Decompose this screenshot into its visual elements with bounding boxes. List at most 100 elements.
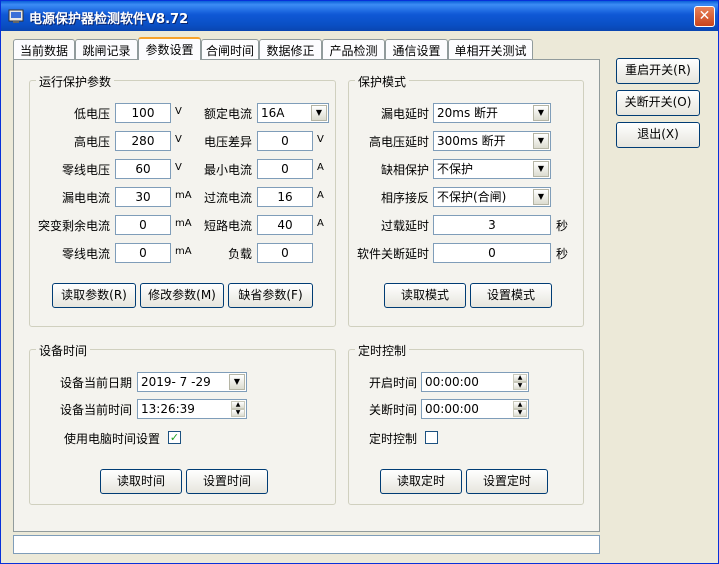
high-voltage-delay-select[interactable]: 300ms 断开 ▼ [433,131,551,151]
neutral-current-input[interactable]: 0 [115,243,171,263]
high-voltage-delay-label: 高电压延时 [368,135,429,149]
device-date-picker[interactable]: 2019- 7 -29 ▼ [137,372,247,392]
read-params-button[interactable]: 读取参数(R) [52,283,136,308]
low-voltage-unit: V [175,106,182,117]
device-time-spinner[interactable]: 13:26:39 ▲ ▼ [137,399,247,419]
main-window: 电源保护器检测软件V8.72 ✕ 当前数据 跳闸记录 参数设置 合闸时间 数据修… [0,0,719,564]
spin-up-icon[interactable]: ▲ [231,401,245,409]
leak-delay-select[interactable]: 20ms 断开 ▼ [433,103,551,123]
read-mode-button[interactable]: 读取模式 [384,283,466,308]
min-current-label: 最小电流 [203,163,252,177]
high-voltage-delay-value: 300ms 断开 [437,134,506,148]
chevron-down-icon[interactable]: ▼ [533,189,549,205]
use-pc-time-label: 使用电脑时间设置 [63,432,160,446]
spin-down-icon[interactable]: ▼ [231,409,245,417]
exit-button[interactable]: 退出(X) [616,122,700,148]
high-voltage-unit: V [175,134,182,145]
spin-down-icon[interactable]: ▼ [513,409,527,417]
high-voltage-label: 高电压 [73,135,110,149]
overcurrent-label: 过流电流 [203,191,252,205]
soft-off-delay-input[interactable]: 0 [433,243,551,263]
chevron-down-icon[interactable]: ▼ [533,133,549,149]
off-time-label: 关断时间 [368,403,417,417]
tab-trip-record[interactable]: 跳闸记录 [75,39,138,59]
min-current-unit: A [317,162,324,173]
restart-switch-button[interactable]: 重启开关(R) [616,58,700,84]
low-voltage-input[interactable]: 100 [115,103,171,123]
spin-down-icon[interactable]: ▼ [513,382,527,390]
tab-single-phase-test[interactable]: 单相开关测试 [448,39,533,59]
spin-up-icon[interactable]: ▲ [513,374,527,382]
param-settings-page: 运行保护参数 低电压 100 V 高电压 280 V 零线电压 60 V 漏电电… [13,59,600,532]
spinner-arrows: ▲ ▼ [231,401,245,417]
tab-current-data[interactable]: 当前数据 [13,39,75,59]
close-button[interactable]: ✕ [694,6,715,27]
rated-current-select[interactable]: 16A ▼ [257,103,329,123]
device-time-group: 设备时间 设备当前日期 2019- 7 -29 ▼ 设备当前时间 13:26:3… [29,342,336,505]
run-params-group: 运行保护参数 低电压 100 V 高电压 280 V 零线电压 60 V 漏电电… [29,73,336,327]
spinner-arrows: ▲ ▼ [513,401,527,417]
spin-up-icon[interactable]: ▲ [513,401,527,409]
set-timer-button[interactable]: 设置定时 [466,469,548,494]
tab-data-correction[interactable]: 数据修正 [259,39,322,59]
phase-reverse-select[interactable]: 不保护(合闸) ▼ [433,187,551,207]
chevron-down-icon[interactable]: ▼ [311,105,327,121]
overload-delay-unit: 秒 [556,219,569,233]
use-pc-time-checkbox[interactable]: ✓ [168,431,181,444]
phase-loss-select[interactable]: 不保护 ▼ [433,159,551,179]
modify-params-button[interactable]: 修改参数(M) [140,283,224,308]
device-time-title: 设备时间 [36,342,91,359]
title-bar[interactable]: 电源保护器检测软件V8.72 ✕ [1,1,718,31]
disconnect-switch-button[interactable]: 关断开关(O) [616,90,700,116]
voltage-diff-input[interactable]: 0 [257,131,313,151]
chevron-down-icon[interactable]: ▼ [229,374,245,390]
neutral-voltage-unit: V [175,162,182,173]
read-timer-button[interactable]: 读取定时 [380,469,462,494]
voltage-diff-unit: V [317,134,324,145]
chevron-down-icon[interactable]: ▼ [533,105,549,121]
rated-current-label: 额定电流 [203,107,252,121]
check-icon: ✓ [169,431,180,444]
timer-control-title: 定时控制 [355,342,410,359]
off-time-value: 00:00:00 [425,402,479,416]
read-time-button[interactable]: 读取时间 [100,469,182,494]
device-time-label: 设备当前时间 [59,403,132,417]
window-title: 电源保护器检测软件V8.72 [29,12,189,27]
load-input[interactable]: 0 [257,243,313,263]
app-icon [8,9,24,23]
phase-loss-value: 不保护 [437,162,474,176]
tab-product-test[interactable]: 产品检测 [322,39,385,59]
default-params-button[interactable]: 缺省参数(F) [228,283,313,308]
on-time-label: 开启时间 [368,376,417,390]
low-voltage-label: 低电压 [73,107,110,121]
neutral-current-label: 零线电流 [61,247,110,261]
protect-mode-group: 保护模式 漏电延时 20ms 断开 ▼ 高电压延时 300ms 断开 ▼ 缺相保… [348,73,584,327]
status-bar [13,535,600,554]
chevron-down-icon[interactable]: ▼ [533,161,549,177]
soft-off-delay-unit: 秒 [556,247,569,261]
tab-close-time[interactable]: 合闸时间 [201,39,259,59]
sudden-residual-input[interactable]: 0 [115,215,171,235]
neutral-voltage-input[interactable]: 60 [115,159,171,179]
leakage-current-input[interactable]: 30 [115,187,171,207]
timer-enable-checkbox[interactable] [425,431,438,444]
tab-comm-settings[interactable]: 通信设置 [385,39,448,59]
phase-reverse-label: 相序接反 [380,191,429,205]
set-mode-button[interactable]: 设置模式 [470,283,552,308]
overcurrent-input[interactable]: 16 [257,187,313,207]
tab-param-settings[interactable]: 参数设置 [138,37,201,60]
high-voltage-input[interactable]: 280 [115,131,171,151]
device-date-value: 2019- 7 -29 [141,375,211,389]
voltage-diff-label: 电压差异 [203,135,252,149]
min-current-input[interactable]: 0 [257,159,313,179]
spinner-arrows: ▲ ▼ [513,374,527,390]
short-circuit-label: 短路电流 [203,219,252,233]
load-label: 负载 [227,247,252,261]
off-time-spinner[interactable]: 00:00:00 ▲ ▼ [421,399,529,419]
device-time-value: 13:26:39 [141,402,195,416]
on-time-spinner[interactable]: 00:00:00 ▲ ▼ [421,372,529,392]
close-icon: ✕ [698,8,711,24]
short-circuit-input[interactable]: 40 [257,215,313,235]
set-time-button[interactable]: 设置时间 [186,469,268,494]
overload-delay-input[interactable]: 3 [433,215,551,235]
